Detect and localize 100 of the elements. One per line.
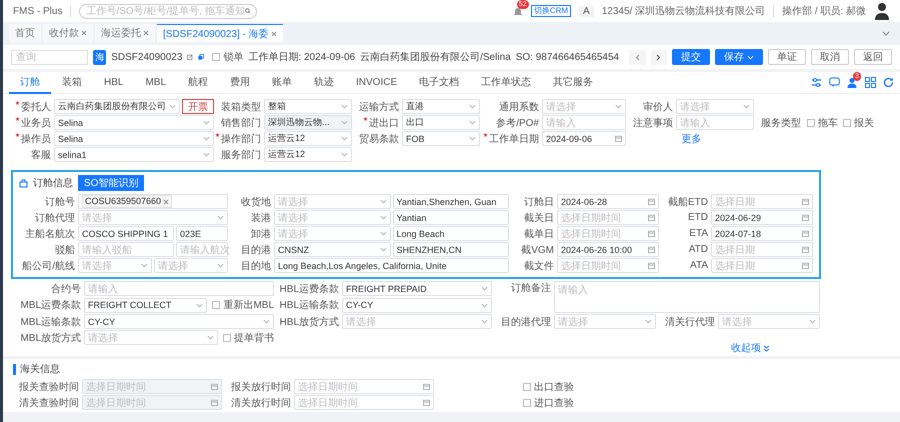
select-field[interactable]: 运营云12 xyxy=(264,131,352,146)
grid-icon[interactable] xyxy=(865,77,876,88)
field-label: 委托人 xyxy=(15,100,51,114)
select-field[interactable]: 整箱 xyxy=(264,99,352,114)
chevron-icon xyxy=(196,302,204,308)
chevron-icon xyxy=(469,136,476,141)
section-tab[interactable]: 订舱 xyxy=(9,72,51,94)
select-field[interactable]: CY-CY xyxy=(342,298,492,313)
more-link[interactable]: 更多 xyxy=(682,132,702,146)
font-size-button[interactable]: A xyxy=(579,6,594,16)
action-button[interactable]: 取消 xyxy=(811,49,849,65)
section-tab[interactable]: 装箱 xyxy=(51,72,93,94)
select-field[interactable]: Selina xyxy=(54,115,214,130)
calendar-icon xyxy=(802,214,809,221)
field-label: MBL放货方式 xyxy=(20,332,81,344)
section-tab[interactable]: INVOICE xyxy=(345,72,408,94)
section-tab[interactable]: HBL xyxy=(93,72,134,94)
select-field[interactable]: FREIGHT PREPAID xyxy=(342,281,492,296)
message-icon[interactable] xyxy=(829,77,840,88)
next-button[interactable] xyxy=(650,50,667,64)
checkbox[interactable] xyxy=(843,118,851,126)
section-tab[interactable]: 费用 xyxy=(219,72,262,94)
section-tab[interactable]: MBL xyxy=(134,72,178,94)
field-label: 卸港 xyxy=(251,228,271,240)
checkbox-label: 提单背书 xyxy=(234,332,274,344)
so-number: SO: 987466465465454 xyxy=(516,52,620,62)
chevron-right-icon xyxy=(656,54,662,60)
date-field[interactable]: 2024-09-06 xyxy=(542,131,626,146)
open-button[interactable]: 开票 xyxy=(182,99,214,114)
users-icon[interactable] xyxy=(847,77,858,88)
page-tab[interactable]: 首页 xyxy=(9,24,41,42)
section-tab[interactable]: 账单 xyxy=(261,72,304,94)
chevron-icon xyxy=(341,120,348,125)
select-field[interactable]: 出口 xyxy=(402,115,480,130)
input-field[interactable]: Yantian,Shenzhen, Guan xyxy=(392,194,509,209)
checkbox[interactable] xyxy=(523,398,531,406)
checkbox[interactable] xyxy=(523,382,531,390)
field-label: 截文件 xyxy=(524,260,554,272)
select-field[interactable]: Selina xyxy=(54,131,214,146)
chevron-icon xyxy=(203,136,210,141)
select-field[interactable]: selina1 xyxy=(54,147,214,162)
select-field[interactable]: 直港 xyxy=(402,99,480,114)
field-label: 驳船 xyxy=(55,244,75,256)
search-icon xyxy=(244,7,250,15)
section-tab[interactable]: 电子文档 xyxy=(408,72,470,94)
calendar-icon xyxy=(802,230,809,237)
select-field[interactable]: 运营云12 xyxy=(264,147,352,162)
date-field[interactable]: 2024-06-26 10:00 xyxy=(557,242,659,257)
ocr-button[interactable]: SO智能识别 xyxy=(78,175,144,191)
tag-select-field[interactable]: COSU6359507660 xyxy=(78,194,228,209)
page-tab[interactable]: 海运委托 xyxy=(95,24,155,42)
chevron-icon xyxy=(217,215,224,220)
section-tab[interactable]: 其它服务 xyxy=(542,72,604,94)
close-icon[interactable] xyxy=(143,30,149,36)
checkbox[interactable] xyxy=(212,301,220,310)
action-button[interactable]: 单证 xyxy=(768,49,806,65)
chevron-icon xyxy=(203,152,210,157)
page-tab[interactable]: 收付款 xyxy=(43,24,93,42)
chevron-icon[interactable] xyxy=(882,31,890,36)
input-field[interactable]: Long Beach xyxy=(392,226,509,241)
checkbox[interactable] xyxy=(212,53,220,61)
collapse-link[interactable]: 收起项 xyxy=(731,341,770,355)
select-field[interactable]: CY-CY xyxy=(84,314,274,329)
filter-icon[interactable] xyxy=(811,77,822,88)
action-button[interactable]: 返回 xyxy=(854,49,892,65)
select-field[interactable]: FOB xyxy=(402,131,480,146)
field-label: 收货地 xyxy=(241,196,271,208)
previous-button[interactable] xyxy=(629,50,646,64)
date-field[interactable]: 2024-06-29 xyxy=(711,210,813,225)
field-label: 订舱备注 xyxy=(511,282,551,295)
copy-icon[interactable] xyxy=(198,53,204,61)
remove-icon[interactable] xyxy=(163,198,170,204)
date-field[interactable]: 2024-06-28 xyxy=(557,194,659,209)
field-label: 合约号 xyxy=(51,282,81,296)
section-tab[interactable]: 轨迹 xyxy=(303,72,346,94)
input-field[interactable]: COSCO SHIPPING 1 xyxy=(78,226,174,241)
select-field[interactable]: CNSNZ xyxy=(274,242,390,257)
checkbox[interactable] xyxy=(807,118,815,126)
crm-button[interactable]: 切换CRM xyxy=(530,5,572,17)
refresh-icon[interactable] xyxy=(883,77,894,88)
section-tab[interactable]: 工作单状态 xyxy=(470,72,542,94)
input-field[interactable]: Long Beach,Los Angeles, California, Unite xyxy=(274,258,509,273)
edit-icon[interactable] xyxy=(187,53,194,61)
close-icon[interactable] xyxy=(81,30,87,36)
input-field[interactable]: SHENZHEN,CN xyxy=(392,242,509,257)
input-field[interactable]: 023E xyxy=(176,226,228,241)
action-button[interactable]: 提交 xyxy=(672,49,710,65)
chevron-icon xyxy=(341,152,348,157)
save-button[interactable]: 保存 xyxy=(715,49,763,65)
page-tab[interactable]: [SDSF24090023] - 海委 xyxy=(157,24,283,42)
section-tab[interactable]: 航程 xyxy=(177,72,220,94)
bell-icon[interactable] xyxy=(512,6,523,16)
select-field[interactable]: FREIGHT COLLECT xyxy=(84,298,208,313)
date-field[interactable]: 2024-07-18 xyxy=(711,226,813,241)
checkbox[interactable] xyxy=(223,334,231,342)
close-icon[interactable] xyxy=(270,30,277,36)
select-field[interactable]: 云南白药集团股份有限公司 xyxy=(54,99,180,114)
client-name: 云南白药集团股份有限公司/Selina xyxy=(360,50,511,64)
avatar[interactable] xyxy=(874,2,890,20)
input-field[interactable]: Yantian xyxy=(392,210,509,225)
